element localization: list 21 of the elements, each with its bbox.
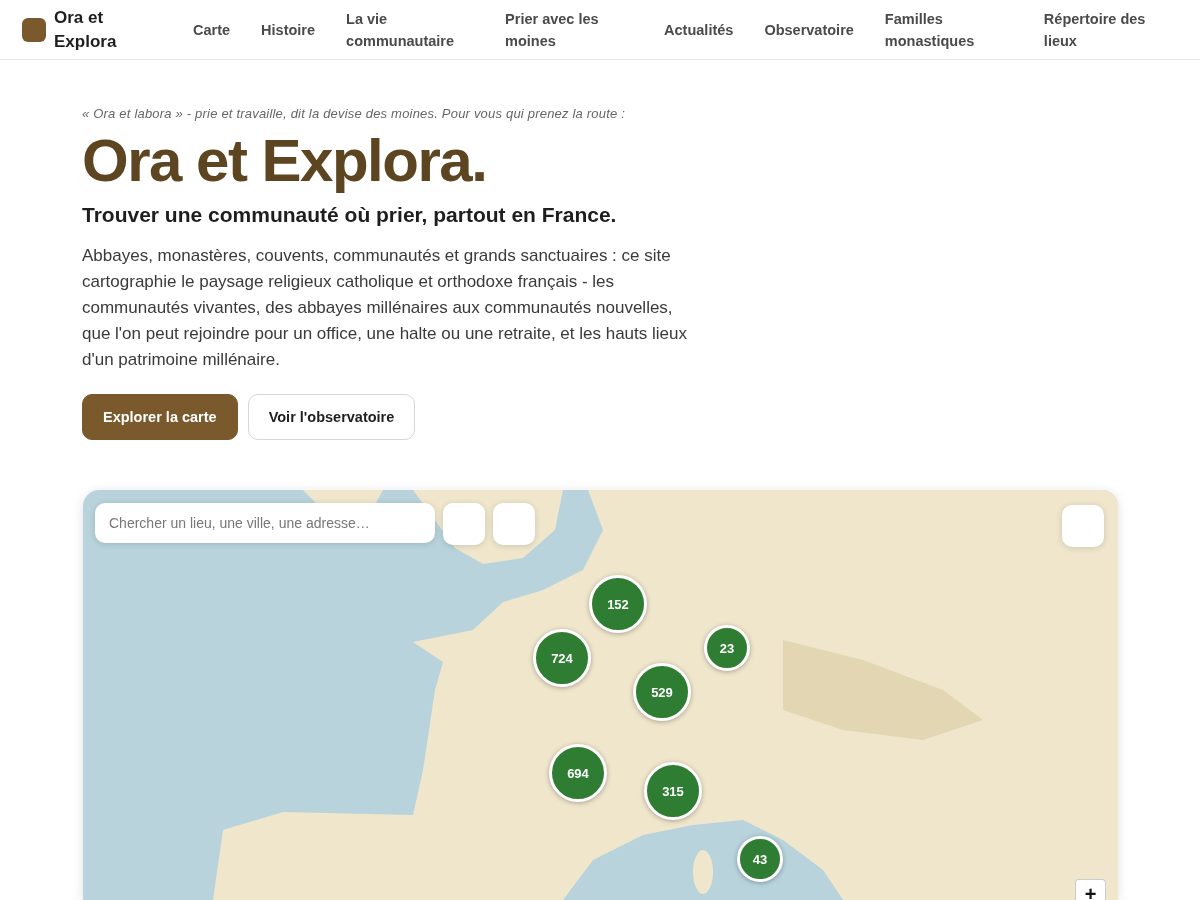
map-control-button[interactable] bbox=[1062, 505, 1104, 547]
search-field[interactable]: Chercher un lieu, une ville, une adresse… bbox=[95, 503, 435, 543]
observatory-button[interactable]: Voir l'observatoire bbox=[247, 394, 416, 440]
brand-name[interactable]: Ora et Explora bbox=[54, 5, 120, 54]
nav-link[interactable]: Observatoire bbox=[764, 18, 854, 41]
hero-subtitle: Trouver une communauté où prier, partout en France. bbox=[82, 202, 618, 228]
logo-icon[interactable] bbox=[22, 17, 46, 42]
nav-link[interactable]: Carte bbox=[193, 18, 231, 41]
explore-map-button[interactable]: Explorer la carte bbox=[82, 394, 238, 440]
nav-link[interactable]: Prier avec les moines bbox=[505, 7, 634, 52]
map-control-button[interactable] bbox=[443, 503, 485, 545]
nav-link[interactable]: Répertoire des lieux bbox=[1043, 7, 1172, 52]
nav-link[interactable]: Familles monastiques bbox=[884, 7, 1013, 52]
zoom-in-button[interactable]: + bbox=[1075, 879, 1106, 900]
hero-title: Ora et Explora. bbox=[82, 129, 488, 193]
nav-link[interactable]: Actualités bbox=[664, 18, 734, 41]
hero-description: Abbayes, monastères, couvents, communautés et grands sanctuaires : ce site cartographie le paysage religieux catholique et orthodoxe français - les communautés vivantes, des abbayes millénaires aux communautés nouvelles, que l'on peut rejoindre pour un office, une halte ou une retraite, et les hauts lieux d'un patrimoine millénaire. bbox=[82, 245, 687, 371]
nav-link[interactable]: Histoire bbox=[261, 18, 316, 41]
nav-link[interactable]: La vie communautaire bbox=[346, 7, 475, 52]
tagline: « Ora et labora » - prie et travaille, dit la devise des moines. Pour vous qui prenez la route : bbox=[82, 105, 627, 123]
map-control-button[interactable] bbox=[493, 503, 535, 545]
